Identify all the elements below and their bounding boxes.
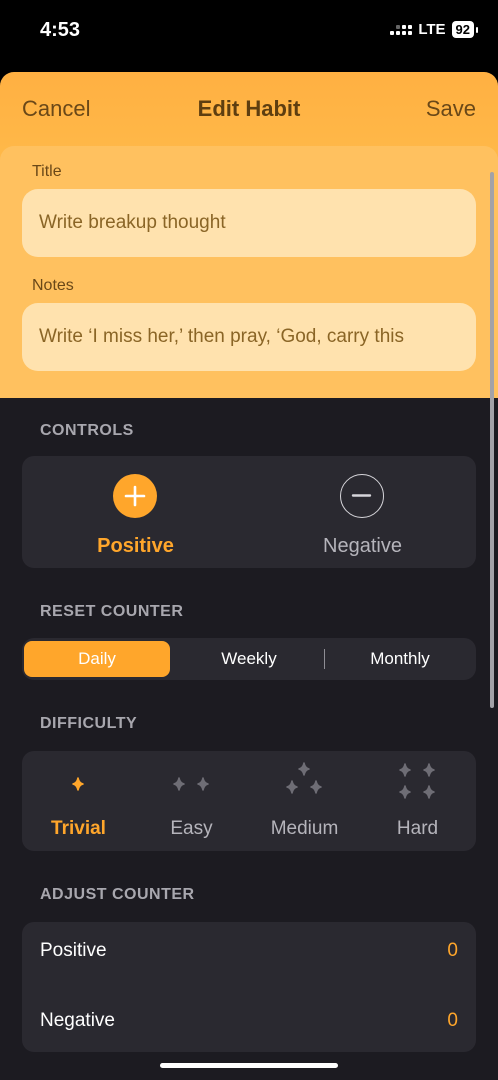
battery-nub [476, 26, 478, 33]
medium-label: Medium [270, 818, 339, 839]
difficulty-header: DIFFICULTY [40, 715, 138, 732]
two-stars-icon [173, 777, 209, 791]
status-indicators: LTE 92 [390, 21, 478, 38]
negative-control[interactable]: Negative [249, 456, 476, 568]
notes-label: Notes [32, 277, 74, 294]
segment-monthly[interactable]: Monthly [326, 641, 474, 677]
difficulty-trivial[interactable]: Trivial [22, 751, 135, 851]
reset-counter-segmented: Daily Weekly Monthly [22, 638, 476, 680]
status-time: 4:53 [40, 19, 81, 41]
page-title: Edit Habit [197, 96, 301, 121]
edit-habit-sheet: Cancel Edit Habit Save Title Write break… [0, 72, 498, 1080]
one-star-icon [72, 777, 84, 791]
home-indicator[interactable] [160, 1063, 338, 1068]
adjust-counter-header: ADJUST COUNTER [40, 886, 195, 903]
reset-counter-header: RESET COUNTER [40, 603, 184, 620]
segment-divider [324, 649, 325, 669]
save-button[interactable]: Save [426, 96, 476, 122]
minus-icon [340, 474, 384, 518]
easy-label: Easy [170, 818, 213, 839]
habit-form: Title Write breakup thought Notes Write … [0, 146, 498, 398]
title-label: Title [32, 163, 62, 180]
four-stars-icon [399, 763, 435, 799]
notes-field[interactable]: Write ‘I miss her,’ then pray, ‘God, car… [22, 303, 476, 371]
plus-icon [113, 474, 157, 518]
adjust-positive-value[interactable]: 0 [447, 940, 458, 962]
network-type: LTE [418, 21, 446, 38]
adjust-negative-label: Negative [40, 1010, 115, 1031]
battery-icon: 92 [451, 21, 474, 38]
signal-icon [390, 23, 413, 37]
sheet-header: Cancel Edit Habit Save Title Write break… [0, 72, 498, 398]
trivial-label: Trivial [51, 818, 106, 839]
segment-weekly[interactable]: Weekly [176, 641, 322, 677]
title-field[interactable]: Write breakup thought [22, 189, 476, 257]
negative-label: Negative [323, 535, 402, 557]
three-stars-icon [286, 762, 322, 794]
difficulty-medium[interactable]: Medium [248, 751, 361, 851]
difficulty-easy[interactable]: Easy [135, 751, 248, 851]
positive-label: Positive [97, 535, 174, 557]
controls-header: CONTROLS [40, 422, 134, 439]
adjust-counter-card: Positive 0 Negative 0 [22, 922, 476, 1052]
difficulty-hard[interactable]: Hard [361, 751, 474, 851]
segment-daily[interactable]: Daily [24, 641, 170, 677]
difficulty-card: Trivial Easy Medium Hard [22, 751, 476, 851]
controls-card: Positive Negative [22, 456, 476, 568]
adjust-positive-label: Positive [40, 940, 107, 961]
hard-label: Hard [396, 818, 439, 839]
positive-control[interactable]: Positive [22, 456, 249, 568]
scrollbar[interactable] [490, 172, 494, 708]
status-bar: 4:53 LTE 92 [0, 0, 498, 64]
adjust-negative-value[interactable]: 0 [447, 1010, 458, 1032]
